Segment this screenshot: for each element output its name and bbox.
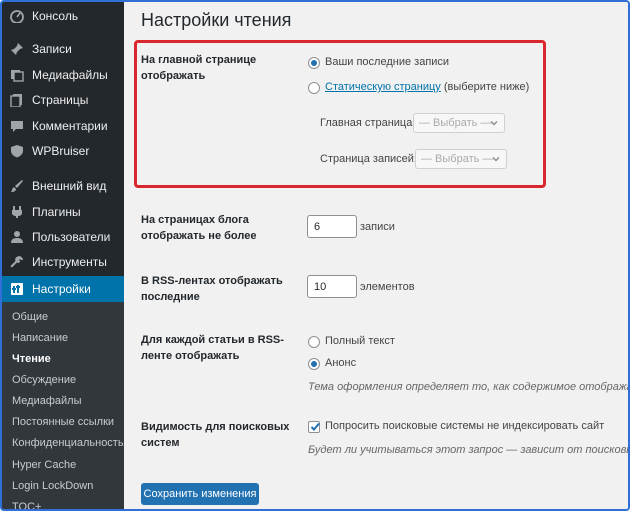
comment-icon	[10, 119, 24, 133]
posts-per-page-input[interactable]: 6	[307, 215, 357, 238]
submenu-item-media[interactable]: Медиафайлы	[12, 395, 81, 407]
submenu-item-writing[interactable]: Написание	[12, 332, 68, 344]
browser-frame: Консоль Записи Медиафайлы Страницы Комме…	[0, 0, 630, 511]
settings-icon	[10, 282, 24, 296]
rss-content-description: Тема оформления определяет то, как содер…	[308, 381, 630, 393]
highlight-frame	[134, 40, 546, 188]
submenu-item-privacy[interactable]: Конфиденциальность	[12, 437, 124, 449]
radio-summary-label[interactable]: Анонс	[325, 357, 356, 369]
search-visibility-label: Видимость для поисковых систем	[141, 421, 290, 449]
sidebar-item-tools[interactable]: Инструменты	[2, 250, 124, 274]
sidebar-item-label: Плагины	[32, 205, 81, 219]
sidebar-item-pages[interactable]: Страницы	[2, 88, 124, 112]
sidebar-item-dashboard[interactable]: Консоль	[2, 4, 124, 28]
posts-per-page-label: На страницах блога отображать не более	[141, 214, 257, 242]
sidebar-item-label: Настройки	[32, 282, 91, 296]
media-icon	[10, 68, 24, 82]
pages-icon	[10, 93, 24, 107]
rss-count-input[interactable]: 10	[307, 275, 357, 298]
rss-count-unit: элементов	[360, 281, 415, 293]
submenu-item-hyper-cache[interactable]: Hyper Cache	[12, 459, 76, 471]
sidebar-item-label: Страницы	[32, 93, 89, 107]
sidebar-item-label: Пользователи	[32, 230, 111, 244]
submenu-item-permalinks[interactable]: Постоянные ссылки	[12, 416, 114, 428]
radio-full-text-label[interactable]: Полный текст	[325, 335, 395, 347]
brush-icon	[10, 179, 24, 193]
save-button[interactable]: Сохранить изменения	[141, 483, 259, 505]
radio-summary[interactable]	[308, 358, 320, 370]
sidebar-item-appearance[interactable]: Внешний вид	[2, 174, 124, 198]
sidebar-item-label: Внешний вид	[32, 179, 107, 193]
sidebar-item-label: Комментарии	[32, 119, 108, 133]
dashboard-icon	[10, 9, 24, 23]
submenu-item-discussion[interactable]: Обсуждение	[12, 374, 76, 386]
sidebar-item-label: Консоль	[32, 9, 79, 23]
checkmark-icon	[310, 422, 320, 431]
noindex-checkbox[interactable]	[308, 421, 320, 433]
sidebar-item-label: WPBruiser	[32, 144, 90, 158]
sidebar-item-wpbruiser[interactable]: WPBruiser	[2, 139, 124, 163]
page-title: Настройки чтения	[141, 10, 292, 30]
sidebar-item-comments[interactable]: Комментарии	[2, 114, 124, 138]
search-visibility-description: Будет ли учитываться этот запрос — завис…	[308, 444, 628, 456]
sidebar-item-media[interactable]: Медиафайлы	[2, 63, 124, 87]
submenu-item-general[interactable]: Общие	[12, 311, 48, 323]
rss-count-label: В RSS-лентах отображать последние	[141, 275, 283, 303]
radio-full-text[interactable]	[308, 336, 320, 348]
pin-icon	[10, 42, 24, 56]
admin-sidebar: Консоль Записи Медиафайлы Страницы Комме…	[2, 2, 124, 509]
sidebar-item-label: Медиафайлы	[32, 68, 108, 82]
posts-per-page-unit: записи	[360, 221, 395, 233]
rss-content-label: Для каждой статьи в RSS- ленте отображат…	[141, 334, 284, 362]
settings-submenu: Общие Написание Чтение Обсуждение Медиаф…	[2, 302, 124, 509]
sidebar-item-label: Записи	[32, 42, 72, 56]
noindex-checkbox-label[interactable]: Попросить поисковые системы не индексиро…	[325, 420, 604, 432]
sidebar-item-posts[interactable]: Записи	[2, 37, 124, 61]
submenu-item-reading[interactable]: Чтение	[12, 353, 51, 365]
shield-icon	[10, 144, 24, 158]
sidebar-item-label: Инструменты	[32, 255, 107, 269]
sidebar-item-plugins[interactable]: Плагины	[2, 200, 124, 224]
plugin-icon	[10, 205, 24, 219]
user-icon	[10, 230, 24, 244]
submenu-item-login-lockdown[interactable]: Login LockDown	[12, 480, 93, 492]
submenu-item-toc[interactable]: TOC+	[12, 501, 41, 509]
wrench-icon	[10, 255, 24, 269]
sidebar-item-users[interactable]: Пользователи	[2, 225, 124, 249]
sidebar-item-settings[interactable]: Настройки	[2, 276, 124, 302]
